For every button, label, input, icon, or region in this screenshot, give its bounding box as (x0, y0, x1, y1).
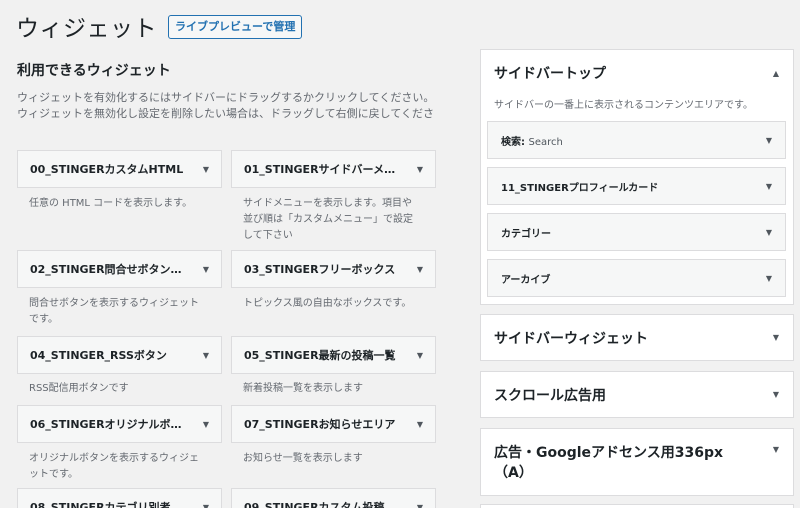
placed-widget-profile-card[interactable]: 11_STINGERプロフィールカード ▼ (487, 167, 786, 205)
description-line: ウィジェットを無効化し設定を削除したい場合は、ドラッグして右側に戻してくださ (17, 107, 435, 120)
widget-item[interactable]: 03_STINGERフリーボックス ▼ (231, 250, 436, 288)
widget-title: 06_STINGERオリジナルボ… (30, 418, 182, 431)
triangle-down-icon[interactable]: ▼ (766, 274, 772, 283)
triangle-down-icon[interactable]: ▼ (766, 182, 772, 191)
triangle-down-icon[interactable]: ▼ (417, 165, 423, 174)
widget-title: 01_STINGERサイドバーメ… (244, 163, 396, 176)
triangle-down-icon[interactable]: ▼ (203, 351, 209, 360)
triangle-down-icon[interactable]: ▼ (203, 165, 209, 174)
widget-area-title: 広告・Googleアドセンス用336px （A） (494, 445, 724, 481)
widget-title: 02_STINGER問合せボタン… (30, 263, 182, 276)
description-line: ウィジェットを有効化するにはサイドバーにドラッグするかクリックしてください。 (17, 91, 435, 104)
placed-widget-categories[interactable]: カテゴリー ▼ (487, 213, 786, 251)
triangle-down-icon[interactable]: ▼ (203, 503, 209, 508)
widget-item[interactable]: 06_STINGERオリジナルボ… ▼ (17, 405, 222, 443)
widget-item[interactable]: 07_STINGERお知らせエリア ▼ (231, 405, 436, 443)
widget-title: カテゴリー (501, 228, 551, 240)
triangle-down-icon[interactable]: ▼ (773, 390, 779, 399)
widget-area-title: サイドバーウィジェット (494, 330, 648, 347)
available-widgets-description: ウィジェットを有効化するにはサイドバーにドラッグするかクリックしてください。 ウ… (17, 90, 442, 122)
widget-area-header[interactable]: サイドバートップ ▲ (481, 50, 793, 96)
widget-area-adsense[interactable]: 広告・Googleアドセンス用336px （A） ▼ (480, 428, 794, 496)
widget-description: オリジナルボタンを表示するウィジェットです。 (29, 453, 199, 480)
widget-title: アーカイブ (501, 274, 551, 286)
live-preview-button[interactable]: ライブプレビューで管理 (168, 15, 303, 39)
widget-subtitle: Search (528, 136, 563, 148)
widget-title: 09_STINGERカスタム投稿… (244, 501, 396, 508)
widget-item[interactable]: 08_STINGERカテゴリ別考… ▼ (17, 488, 222, 508)
widget-title: 11_STINGERプロフィールカード (501, 182, 659, 194)
widget-title: 検索: Search (501, 136, 563, 148)
triangle-down-icon[interactable]: ▼ (417, 265, 423, 274)
page-header: ウィジェット ライブプレビューで管理 (16, 9, 303, 43)
triangle-down-icon[interactable]: ▼ (773, 433, 779, 454)
widget-item[interactable]: 00_STINGERカスタムHTML ▼ (17, 150, 222, 188)
triangle-down-icon[interactable]: ▼ (417, 503, 423, 508)
widget-description: サイドメニューを表示します。項目や並び順は「カスタムメニュー」で設定して下さい (243, 198, 413, 241)
widget-title: 07_STINGERお知らせエリア (244, 418, 396, 431)
widget-area-title: サイドバートップ (494, 66, 606, 82)
widget-item[interactable]: 02_STINGER問合せボタン… ▼ (17, 250, 222, 288)
widget-description: 新着投稿一覧を表示します (243, 383, 363, 394)
triangle-down-icon[interactable]: ▼ (417, 420, 423, 429)
widget-item[interactable]: 04_STINGER_RSSボタン ▼ (17, 336, 222, 374)
triangle-down-icon[interactable]: ▼ (766, 228, 772, 237)
widget-title: 04_STINGER_RSSボタン (30, 349, 167, 362)
triangle-down-icon[interactable]: ▼ (203, 265, 209, 274)
widget-title: 00_STINGERカスタムHTML (30, 163, 184, 176)
triangle-up-icon[interactable]: ▲ (773, 69, 779, 78)
widget-title: 03_STINGERフリーボックス (244, 263, 396, 276)
available-widgets-title: 利用できるウィジェット (17, 63, 171, 79)
widget-item[interactable]: 01_STINGERサイドバーメ… ▼ (231, 150, 436, 188)
widget-area-next[interactable] (480, 504, 794, 508)
triangle-down-icon[interactable]: ▼ (203, 420, 209, 429)
placed-widget-archives[interactable]: アーカイブ ▼ (487, 259, 786, 297)
widget-description: トピックス風の自由なボックスです。 (243, 298, 412, 309)
widget-title: 05_STINGER最新の投稿一覧 (244, 349, 396, 362)
placed-widget-search[interactable]: 検索: Search ▼ (487, 121, 786, 159)
widget-description: 問合せボタンを表示するウィジェットです。 (29, 298, 199, 325)
widget-description: 任意の HTML コードを表示します。 (29, 198, 193, 209)
widget-description: お知らせ一覧を表示します (243, 453, 363, 464)
widget-item[interactable]: 09_STINGERカスタム投稿… ▼ (231, 488, 436, 508)
widget-description: RSS配信用ボタンです (29, 383, 129, 394)
widget-area-scroll-ad[interactable]: スクロール広告用 ▼ (480, 371, 794, 418)
widget-area-description: サイドバーの一番上に表示されるコンテンツエリアです。 (494, 100, 753, 111)
widget-item[interactable]: 05_STINGER最新の投稿一覧 ▼ (231, 336, 436, 374)
page-title: ウィジェット (16, 16, 157, 42)
widget-area-sidebar-widget[interactable]: サイドバーウィジェット ▼ (480, 314, 794, 361)
widget-area-title: スクロール広告用 (494, 387, 606, 404)
widget-title: 08_STINGERカテゴリ別考… (30, 501, 182, 508)
triangle-down-icon[interactable]: ▼ (417, 351, 423, 360)
triangle-down-icon[interactable]: ▼ (773, 333, 779, 342)
triangle-down-icon[interactable]: ▼ (766, 136, 772, 145)
